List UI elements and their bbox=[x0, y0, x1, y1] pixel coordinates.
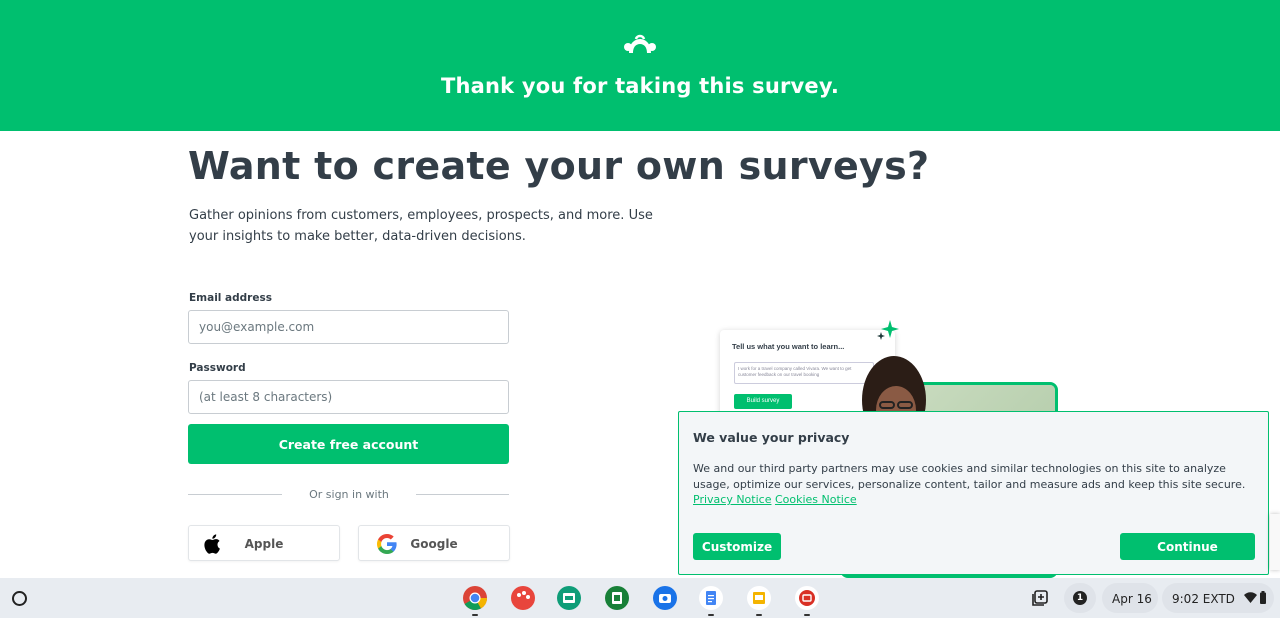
card-title: Tell us what you want to learn... bbox=[732, 342, 845, 351]
docs-icon[interactable] bbox=[698, 585, 724, 611]
apple-sign-in-button[interactable]: Apple bbox=[188, 525, 340, 561]
surveymonkey-logo-icon bbox=[624, 34, 656, 53]
password-label: Password bbox=[189, 362, 246, 374]
cookies-notice-link[interactable]: Cookies Notice bbox=[775, 493, 857, 506]
email-field[interactable] bbox=[188, 310, 509, 344]
screencast-icon[interactable] bbox=[794, 585, 820, 611]
email-label: Email address bbox=[189, 292, 272, 304]
chrome-icon[interactable] bbox=[462, 585, 488, 611]
customize-button[interactable]: Customize bbox=[693, 533, 781, 560]
date-text: Apr 16 bbox=[1112, 592, 1152, 606]
slides-active-dot bbox=[756, 614, 762, 616]
time-text: 9:02 EXTD bbox=[1172, 592, 1235, 606]
paint-icon[interactable] bbox=[510, 585, 536, 611]
sheets-icon[interactable] bbox=[604, 585, 630, 611]
apple-button-label: Apple bbox=[244, 537, 284, 551]
divider-right bbox=[416, 494, 509, 495]
divider-left bbox=[188, 494, 282, 495]
notification-tray[interactable]: 1 bbox=[1064, 583, 1096, 613]
slides-icon[interactable] bbox=[746, 585, 772, 611]
classroom-icon[interactable] bbox=[556, 585, 582, 611]
chrome-active-dot bbox=[472, 614, 478, 616]
taskbar: 1 Apr 16 9:02 EXTD bbox=[0, 578, 1280, 618]
google-button-label: Google bbox=[410, 537, 458, 551]
continue-button[interactable]: Continue bbox=[1120, 533, 1255, 560]
camera-icon[interactable] bbox=[652, 585, 678, 611]
page-title: Want to create your own surveys? bbox=[188, 144, 930, 188]
wifi-icon bbox=[1244, 592, 1257, 603]
or-sign-in-text: Or sign in with bbox=[309, 488, 389, 501]
create-account-button[interactable]: Create free account bbox=[188, 424, 509, 464]
google-sign-in-button[interactable]: Google bbox=[358, 525, 510, 561]
notification-count: 1 bbox=[1073, 591, 1087, 605]
password-field[interactable] bbox=[188, 380, 509, 414]
docs-active-dot bbox=[708, 614, 714, 616]
privacy-notice-link[interactable]: Privacy Notice bbox=[693, 493, 771, 506]
holding-space-icon[interactable] bbox=[1031, 589, 1049, 607]
privacy-title: We value your privacy bbox=[693, 430, 850, 445]
privacy-links: Privacy Notice Cookies Notice bbox=[693, 493, 857, 506]
screencast-active-dot bbox=[804, 614, 810, 616]
header-banner: Thank you for taking this survey. bbox=[0, 0, 1280, 131]
battery-icon bbox=[1260, 591, 1266, 604]
status-tray[interactable]: 9:02 EXTD bbox=[1162, 583, 1274, 613]
sparkle-icon bbox=[877, 320, 899, 340]
page-description: Gather opinions from customers, employee… bbox=[189, 208, 653, 244]
privacy-body: We and our third party partners may use … bbox=[693, 462, 1246, 491]
date-tray[interactable]: Apr 16 bbox=[1102, 583, 1158, 613]
card-build-button: Build survey bbox=[734, 394, 792, 409]
launcher-icon[interactable] bbox=[12, 591, 27, 606]
banner-title: Thank you for taking this survey. bbox=[440, 74, 840, 98]
recaptcha-badge[interactable] bbox=[1270, 514, 1280, 570]
privacy-dialog: We value your privacy We and our third p… bbox=[678, 411, 1269, 575]
